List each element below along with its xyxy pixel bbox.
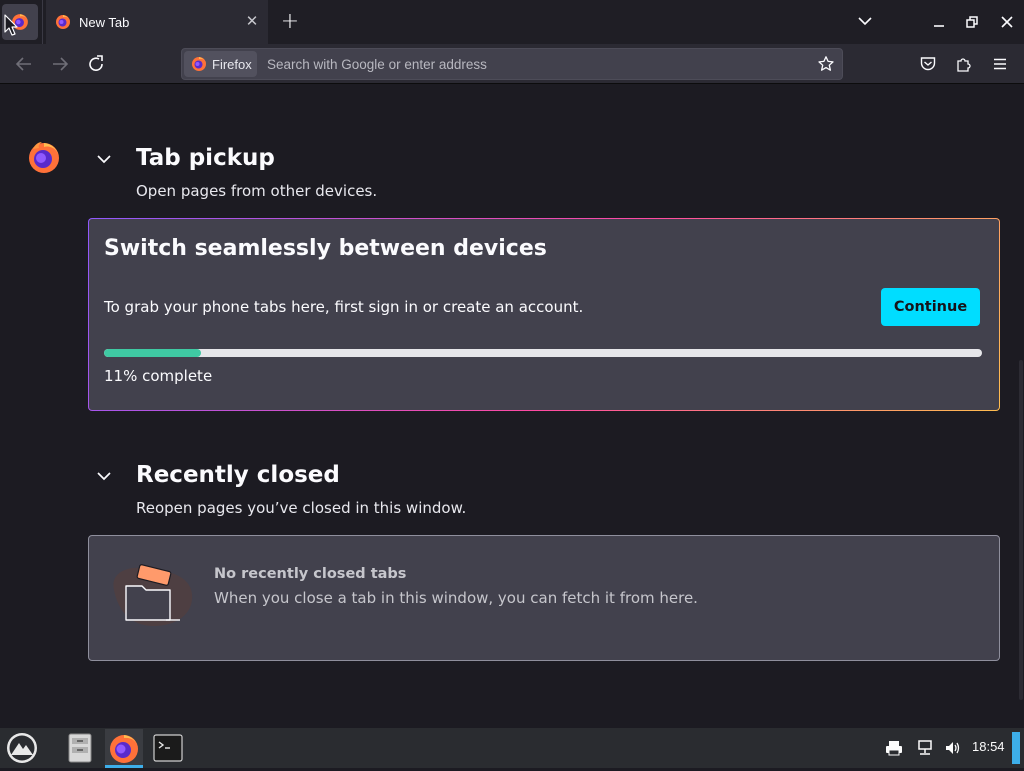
minimize-icon[interactable] <box>929 12 949 32</box>
file-manager-icon[interactable] <box>64 731 96 765</box>
identity-label: Firefox <box>212 56 252 72</box>
scrollbar-thumb[interactable] <box>1019 360 1023 700</box>
extensions-icon[interactable] <box>955 55 973 73</box>
network-icon[interactable] <box>916 739 934 757</box>
firefox-icon <box>192 57 206 71</box>
url-input[interactable] <box>262 51 812 77</box>
new-tab-button[interactable]: + <box>279 9 301 35</box>
show-desktop-button[interactable] <box>1012 732 1020 764</box>
sync-card-description: To grab your phone tabs here, first sign… <box>104 298 584 316</box>
recently-closed-description: Reopen pages you’ve closed in this windo… <box>136 499 467 517</box>
identity-box[interactable]: Firefox <box>184 51 257 77</box>
empty-state-description: When you close a tab in this window, you… <box>214 589 698 607</box>
continue-button[interactable]: Continue <box>881 288 980 326</box>
tab-separator <box>42 0 43 44</box>
tab-pickup-description: Open pages from other devices. <box>136 182 378 200</box>
back-icon[interactable] <box>13 53 35 75</box>
reload-icon[interactable] <box>85 53 107 75</box>
star-icon[interactable] <box>817 55 835 73</box>
volume-icon[interactable] <box>944 739 962 757</box>
restore-icon[interactable] <box>962 12 982 32</box>
clock[interactable]: 18:54 <box>972 739 1005 754</box>
forward-icon[interactable] <box>49 53 71 75</box>
close-tab-icon[interactable]: ✕ <box>243 12 261 30</box>
tab-title: New Tab <box>79 14 130 30</box>
setup-progress-fill <box>104 349 201 357</box>
chevron-down-icon[interactable] <box>96 468 112 484</box>
mouse-cursor-icon <box>4 14 18 36</box>
setup-progress-bar <box>104 349 982 357</box>
pocket-icon[interactable] <box>919 55 937 73</box>
application-launcher-icon[interactable] <box>5 731 39 765</box>
firefox-icon <box>110 735 138 763</box>
empty-state-title: No recently closed tabs <box>214 566 407 582</box>
tab-pickup-heading: Tab pickup <box>136 145 275 171</box>
firefox-icon <box>29 142 59 173</box>
printer-icon[interactable] <box>885 739 903 757</box>
recently-closed-heading: Recently closed <box>136 462 340 488</box>
chevron-down-icon[interactable] <box>856 12 874 30</box>
folder-icon <box>113 564 193 626</box>
progress-label: 11% complete <box>104 367 213 385</box>
close-window-icon[interactable] <box>997 12 1017 32</box>
tab-new-tab[interactable]: New Tab <box>46 0 268 44</box>
firefox-icon <box>56 15 70 29</box>
chevron-down-icon[interactable] <box>96 151 112 167</box>
terminal-icon[interactable] <box>151 731 185 765</box>
taskbar-firefox[interactable] <box>105 729 143 768</box>
sync-card-title: Switch seamlessly between devices <box>104 236 547 261</box>
menu-icon[interactable] <box>991 55 1009 73</box>
